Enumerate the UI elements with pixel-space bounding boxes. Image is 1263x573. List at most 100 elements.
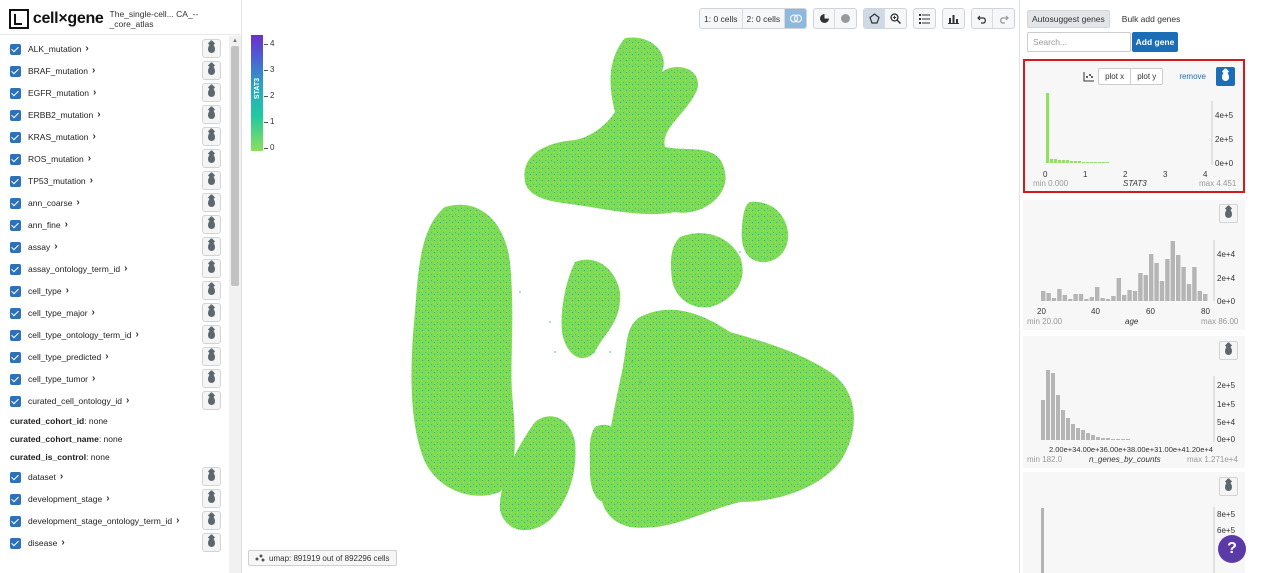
chevron-right-icon[interactable]: › bbox=[76, 198, 79, 208]
color-by-button[interactable] bbox=[202, 127, 221, 146]
category-row[interactable]: disease › bbox=[0, 532, 228, 554]
tab-autosuggest[interactable]: Autosuggest genes bbox=[1027, 10, 1110, 28]
category-row[interactable]: development_stage_ontology_term_id › bbox=[0, 510, 228, 532]
redo-icon[interactable] bbox=[993, 9, 1014, 28]
add-gene-button[interactable]: Add gene bbox=[1132, 32, 1178, 52]
lasso-icon[interactable] bbox=[864, 9, 886, 28]
subset2-button[interactable]: 2: 0 cells bbox=[743, 9, 786, 28]
chevron-right-icon[interactable]: › bbox=[176, 516, 179, 526]
checkbox-icon[interactable] bbox=[10, 241, 21, 253]
checkbox-icon[interactable] bbox=[10, 153, 21, 165]
category-row[interactable]: development_stage › bbox=[0, 488, 228, 510]
pie-icon[interactable] bbox=[814, 9, 836, 28]
color-by-button[interactable] bbox=[202, 489, 221, 508]
category-row[interactable]: TP53_mutation › bbox=[0, 170, 228, 192]
chevron-right-icon[interactable]: › bbox=[85, 44, 88, 54]
category-row[interactable]: assay › bbox=[0, 236, 228, 258]
checkbox-icon[interactable] bbox=[10, 307, 21, 319]
checkbox-icon[interactable] bbox=[10, 65, 21, 77]
color-by-button[interactable] bbox=[202, 325, 221, 344]
category-row[interactable]: ROS_mutation › bbox=[0, 148, 228, 170]
chevron-right-icon[interactable]: › bbox=[92, 308, 95, 318]
checkbox-icon[interactable] bbox=[10, 395, 21, 407]
category-row[interactable]: ALK_mutation › bbox=[0, 38, 228, 60]
checkbox-icon[interactable] bbox=[10, 351, 21, 363]
checkbox-icon[interactable] bbox=[10, 373, 21, 385]
category-row[interactable]: BRAF_mutation › bbox=[0, 60, 228, 82]
checkbox-icon[interactable] bbox=[10, 109, 21, 121]
chevron-right-icon[interactable]: › bbox=[93, 88, 96, 98]
checkbox-icon[interactable] bbox=[10, 263, 21, 275]
color-by-button[interactable] bbox=[202, 215, 221, 234]
checkbox-icon[interactable] bbox=[10, 329, 21, 341]
umap-scatter[interactable] bbox=[400, 32, 860, 547]
checkbox-icon[interactable] bbox=[10, 515, 21, 527]
app-logo[interactable]: cell×gene The_single-cell... CA_--_core_… bbox=[9, 8, 241, 30]
color-by-button[interactable] bbox=[202, 105, 221, 124]
scroll-up-icon[interactable]: ▲ bbox=[232, 38, 238, 44]
scrollbar-thumb[interactable] bbox=[231, 46, 239, 286]
category-row[interactable]: assay_ontology_term_id › bbox=[0, 258, 228, 280]
chevron-right-icon[interactable]: › bbox=[92, 374, 95, 384]
color-by-button[interactable] bbox=[202, 39, 221, 58]
color-by-button[interactable] bbox=[202, 533, 221, 552]
color-by-button[interactable] bbox=[202, 511, 221, 530]
color-by-button[interactable] bbox=[202, 347, 221, 366]
chevron-right-icon[interactable]: › bbox=[88, 154, 91, 164]
checkbox-icon[interactable] bbox=[10, 493, 21, 505]
color-by-button[interactable] bbox=[202, 193, 221, 212]
chevron-right-icon[interactable]: › bbox=[66, 286, 69, 296]
chevron-right-icon[interactable]: › bbox=[54, 242, 57, 252]
checkbox-icon[interactable] bbox=[10, 87, 21, 99]
category-row[interactable]: cell_type_ontology_term_id › bbox=[0, 324, 228, 346]
checkbox-icon[interactable] bbox=[10, 285, 21, 297]
checkbox-icon[interactable] bbox=[10, 131, 21, 143]
chevron-right-icon[interactable]: › bbox=[60, 472, 63, 482]
chevron-right-icon[interactable]: › bbox=[92, 66, 95, 76]
list-icon[interactable] bbox=[914, 9, 935, 28]
category-row[interactable]: cell_type_tumor › bbox=[0, 368, 228, 390]
gene-search-input[interactable]: Search... bbox=[1027, 32, 1131, 52]
color-by-button[interactable] bbox=[202, 391, 221, 410]
category-row[interactable]: ann_fine › bbox=[0, 214, 228, 236]
category-row[interactable]: EGFR_mutation › bbox=[0, 82, 228, 104]
chevron-right-icon[interactable]: › bbox=[126, 396, 129, 406]
tab-bulk-add[interactable]: Bulk add genes bbox=[1118, 11, 1185, 27]
category-row[interactable]: KRAS_mutation › bbox=[0, 126, 228, 148]
venn-icon[interactable] bbox=[785, 9, 807, 28]
color-by-button[interactable] bbox=[202, 259, 221, 278]
undo-icon[interactable] bbox=[972, 9, 994, 28]
category-row[interactable]: curated_cell_ontology_id › bbox=[0, 390, 228, 412]
checkbox-icon[interactable] bbox=[10, 197, 21, 209]
category-row[interactable]: cell_type_predicted › bbox=[0, 346, 228, 368]
chevron-right-icon[interactable]: › bbox=[106, 494, 109, 504]
help-button[interactable]: ? bbox=[1218, 535, 1246, 563]
color-by-button[interactable] bbox=[202, 171, 221, 190]
color-by-button[interactable] bbox=[202, 237, 221, 256]
color-by-button[interactable] bbox=[202, 149, 221, 168]
category-row[interactable]: cell_type_major › bbox=[0, 302, 228, 324]
chevron-right-icon[interactable]: › bbox=[61, 538, 64, 548]
chevron-right-icon[interactable]: › bbox=[65, 220, 68, 230]
chevron-right-icon[interactable]: › bbox=[135, 330, 138, 340]
circle-icon[interactable] bbox=[835, 9, 856, 28]
subset1-button[interactable]: 1: 0 cells bbox=[700, 9, 743, 28]
chevron-right-icon[interactable]: › bbox=[124, 264, 127, 274]
chevron-right-icon[interactable]: › bbox=[90, 176, 93, 186]
checkbox-icon[interactable] bbox=[10, 175, 21, 187]
chevron-right-icon[interactable]: › bbox=[92, 132, 95, 142]
color-by-button[interactable] bbox=[202, 369, 221, 388]
chevron-right-icon[interactable]: › bbox=[97, 110, 100, 120]
checkbox-icon[interactable] bbox=[10, 537, 21, 549]
checkbox-icon[interactable] bbox=[10, 43, 21, 55]
category-row[interactable]: dataset › bbox=[0, 466, 228, 488]
color-by-button[interactable] bbox=[202, 281, 221, 300]
color-by-button[interactable] bbox=[202, 83, 221, 102]
category-row[interactable]: cell_type › bbox=[0, 280, 228, 302]
checkbox-icon[interactable] bbox=[10, 219, 21, 231]
category-row[interactable]: ann_coarse › bbox=[0, 192, 228, 214]
bar-chart-icon[interactable] bbox=[943, 9, 964, 28]
chevron-right-icon[interactable]: › bbox=[105, 352, 108, 362]
zoom-icon[interactable] bbox=[885, 9, 906, 28]
checkbox-icon[interactable] bbox=[10, 471, 21, 483]
